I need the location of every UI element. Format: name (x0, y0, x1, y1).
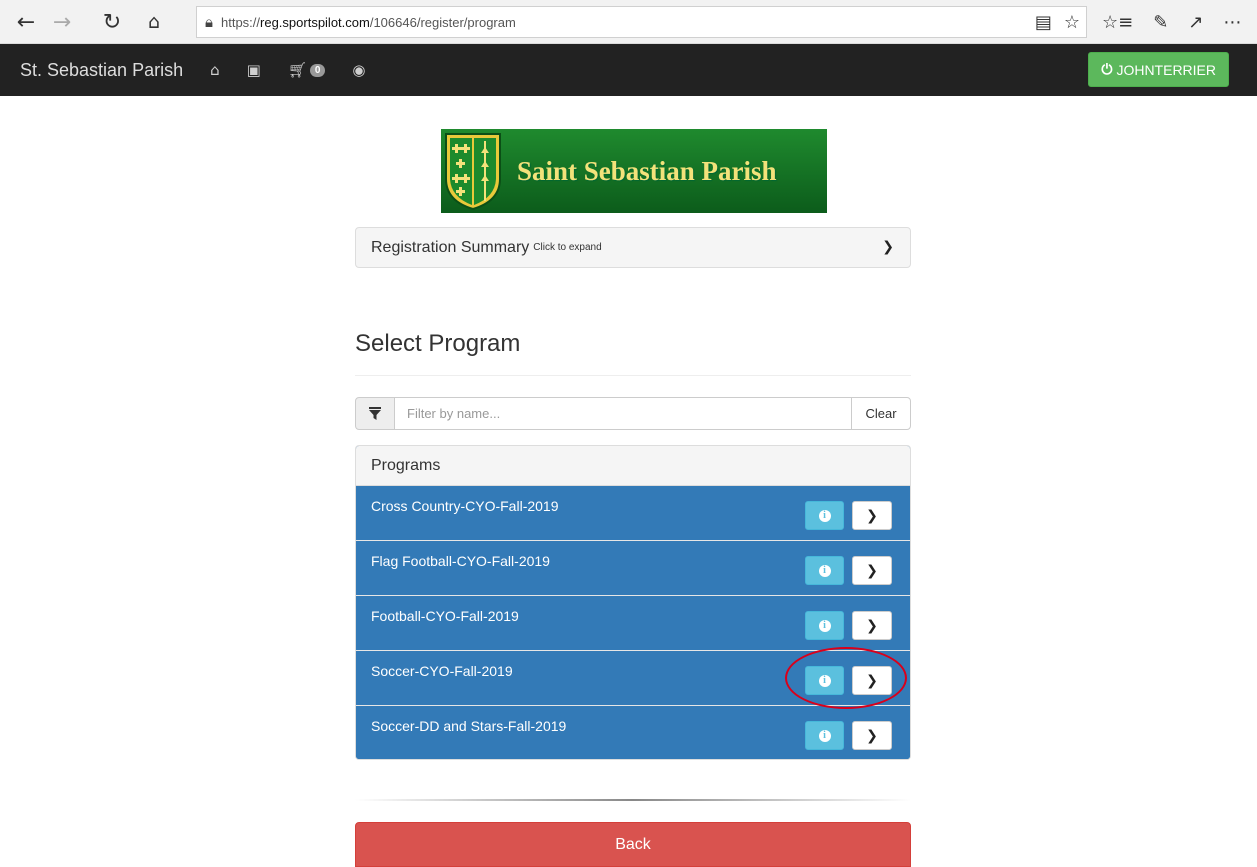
share-icon[interactable]: ↗ (1188, 12, 1203, 33)
registration-summary-toggle[interactable]: Registration Summary Click to expand ❯ (355, 227, 911, 268)
chevron-right-icon: ❯ (866, 617, 878, 634)
cart-count-badge: 0 (309, 63, 326, 77)
chevron-right-icon: ❯ (866, 727, 878, 744)
forward-arrow-icon[interactable]: → (44, 0, 80, 44)
home-icon[interactable]: ⌂ (210, 61, 220, 79)
favorite-star-icon[interactable]: ☆ (1064, 12, 1080, 33)
program-info-button[interactable]: i (805, 501, 844, 530)
program-row[interactable]: Soccer-DD and Stars-Fall-2019 i ❯ (356, 706, 910, 759)
power-icon: ⏻ (1101, 61, 1113, 78)
user-logout-button[interactable]: ⏻ JOHNTERRIER (1088, 52, 1229, 87)
site-navbar: St. Sebastian Parish ⌂ ▣ 🛒︎ 0 ◉ ⏻ JOHNTERR… (0, 44, 1257, 96)
chevron-right-icon: ❯ (866, 672, 878, 689)
favorites-list-icon[interactable]: ☆≡ (1102, 12, 1133, 33)
filter-icon (355, 397, 395, 430)
program-row[interactable]: Cross Country-CYO-Fall-2019 i ❯ (356, 486, 910, 541)
chevron-right-icon: ❯ (882, 239, 894, 255)
archive-icon[interactable]: ▣ (247, 61, 261, 79)
shield-logo-icon (445, 133, 501, 211)
back-arrow-icon[interactable]: ← (8, 0, 44, 44)
program-row[interactable]: Football-CYO-Fall-2019 i ❯ (356, 596, 910, 651)
info-icon: i (818, 619, 831, 632)
filter-group: Clear (355, 397, 911, 430)
browser-chrome: ← → ↻ ⌂ 🔒︎ https://reg.sportspilot.com/1… (0, 0, 1257, 44)
page-title: Select Program (355, 330, 521, 357)
address-bar[interactable]: 🔒︎ https://reg.sportspilot.com/106646/re… (196, 6, 1087, 38)
pen-icon[interactable]: ✎ (1153, 12, 1168, 33)
brand-link[interactable]: St. Sebastian Parish (20, 60, 183, 81)
chevron-right-icon: ❯ (866, 562, 878, 579)
program-name: Soccer-CYO-Fall-2019 (371, 663, 513, 679)
programs-heading: Programs (356, 446, 910, 486)
footer-separator (355, 799, 911, 801)
program-select-button[interactable]: ❯ (852, 501, 892, 530)
back-button[interactable]: Back (355, 822, 911, 867)
more-icon[interactable]: ⋯ (1223, 12, 1241, 33)
program-row[interactable]: Soccer-CYO-Fall-2019 i ❯ (356, 651, 910, 706)
chevron-right-icon: ❯ (866, 507, 878, 524)
logo-text: Saint Sebastian Parish (517, 155, 777, 186)
summary-title: Registration Summary (371, 238, 530, 256)
refresh-icon[interactable]: ↻ (94, 0, 130, 44)
info-icon: i (818, 509, 831, 522)
lock-icon: 🔒︎ (205, 13, 213, 31)
program-select-button[interactable]: ❯ (852, 556, 892, 585)
url-host: reg.sportspilot.com (260, 14, 370, 30)
url-prefix: https:// (220, 14, 261, 30)
programs-panel: Programs Cross Country-CYO-Fall-2019 i ❯… (355, 445, 911, 760)
program-name: Cross Country-CYO-Fall-2019 (371, 498, 559, 514)
program-select-button[interactable]: ❯ (852, 611, 892, 640)
program-info-button[interactable]: i (805, 721, 844, 750)
clear-button[interactable]: Clear (851, 397, 911, 430)
cart-icon: 🛒︎ (287, 61, 307, 79)
program-name: Soccer-DD and Stars-Fall-2019 (371, 718, 567, 734)
program-name: Football-CYO-Fall-2019 (371, 608, 519, 624)
user-label: JOHNTERRIER (1116, 61, 1216, 78)
parish-logo: Saint Sebastian Parish (441, 129, 827, 213)
filter-input[interactable] (395, 397, 851, 430)
title-divider (355, 375, 911, 376)
program-info-button[interactable]: i (805, 666, 844, 695)
program-select-button[interactable]: ❯ (852, 721, 892, 750)
url-path: /106646/register/program (369, 14, 516, 30)
info-icon: i (818, 729, 831, 742)
reading-view-icon[interactable]: ▤ (1035, 12, 1052, 33)
program-name: Flag Football-CYO-Fall-2019 (371, 553, 550, 569)
info-icon: i (818, 674, 831, 687)
info-icon: i (818, 564, 831, 577)
program-row[interactable]: Flag Football-CYO-Fall-2019 i ❯ (356, 541, 910, 596)
program-info-button[interactable]: i (805, 611, 844, 640)
help-icon[interactable]: ◉ (352, 61, 365, 79)
cart-link[interactable]: 🛒︎ 0 (288, 61, 326, 79)
summary-hint: Click to expand (533, 242, 602, 253)
home-icon[interactable]: ⌂ (136, 0, 172, 44)
program-info-button[interactable]: i (805, 556, 844, 585)
program-select-button[interactable]: ❯ (852, 666, 892, 695)
